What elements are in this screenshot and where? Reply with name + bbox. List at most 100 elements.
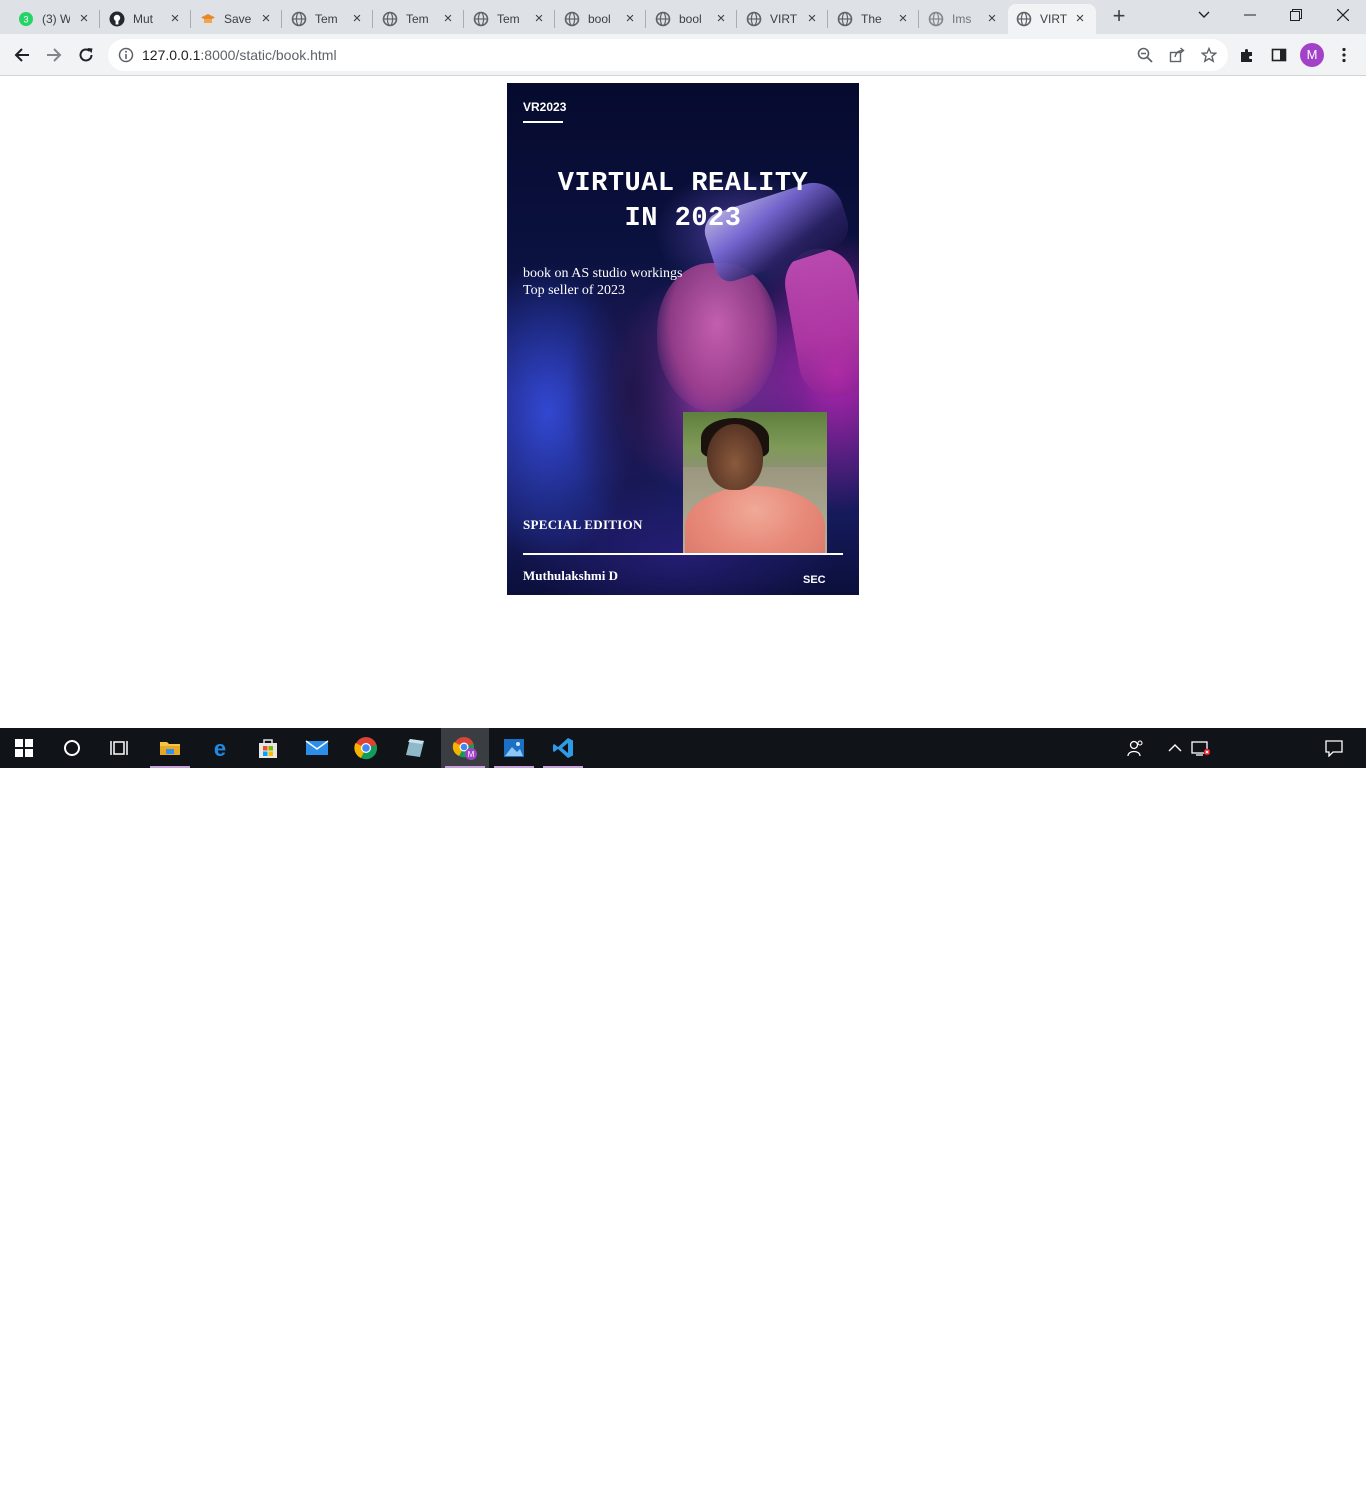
address-bar[interactable]: 127.0.0.1:8000/static/book.html [108, 39, 1228, 71]
edge-icon: e [214, 737, 226, 759]
language-indicator[interactable]: ENG [1218, 1468, 1244, 1482]
taskbar-chrome-profile[interactable]: M [441, 728, 489, 768]
close-window-button[interactable] [1320, 0, 1366, 30]
arrow-right-icon [47, 48, 62, 62]
close-tab-icon[interactable]: × [713, 11, 729, 27]
share-icon [1169, 47, 1185, 63]
zoom-button[interactable] [1132, 42, 1158, 68]
tab-divider [827, 10, 828, 28]
tab-save[interactable]: Save × [192, 4, 282, 34]
tab-divider [99, 10, 100, 28]
tab-ims[interactable]: Ims × [920, 4, 1008, 34]
close-tab-icon[interactable]: × [349, 11, 365, 27]
forward-button[interactable] [41, 42, 67, 68]
tab-title: VIRT [1040, 12, 1068, 26]
info-icon[interactable] [118, 47, 134, 63]
globe-icon [1016, 11, 1032, 27]
profile-avatar[interactable]: M [1300, 43, 1324, 67]
url-path: :8000/static/book.html [200, 47, 337, 63]
url-text[interactable]: 127.0.0.1:8000/static/book.html [142, 47, 337, 63]
tab-template-1[interactable]: Tem × [283, 4, 373, 34]
taskbar-vscode[interactable] [539, 728, 587, 768]
start-button[interactable] [0, 728, 48, 768]
close-tab-icon[interactable]: × [622, 11, 638, 27]
tab-divider [645, 10, 646, 28]
tab-virtual-active[interactable]: VIRT × [1008, 4, 1096, 34]
tab-template-3[interactable]: Tem × [465, 4, 555, 34]
close-tab-icon[interactable]: × [804, 11, 820, 27]
close-tab-icon[interactable]: × [895, 11, 911, 27]
tab-title: The [861, 12, 882, 26]
tab-title: Tem [406, 12, 429, 26]
close-tab-icon[interactable]: × [258, 11, 274, 27]
kebab-menu-icon [1342, 47, 1346, 63]
minimize-icon [1244, 14, 1256, 16]
restore-button[interactable] [1273, 0, 1319, 30]
tab-title: (3) W [42, 12, 70, 26]
tab-the[interactable]: The × [829, 4, 919, 34]
close-tab-icon[interactable]: × [440, 11, 456, 27]
reload-button[interactable] [73, 42, 99, 68]
book-subtitle: book on AS studio workings Top seller of… [523, 265, 682, 299]
svg-text:M: M [468, 750, 475, 759]
tab-github[interactable]: Mut × [101, 4, 191, 34]
taskbar-store[interactable] [244, 728, 292, 768]
network-icon [1191, 741, 1211, 756]
tab-divider [463, 10, 464, 28]
close-tab-icon[interactable]: × [1072, 11, 1088, 27]
taskbar-chrome[interactable] [342, 728, 390, 768]
network-button[interactable] [1186, 728, 1216, 768]
star-icon [1201, 47, 1217, 63]
globe-icon [655, 11, 671, 27]
cover-divider [523, 553, 843, 555]
taskbar-photos[interactable] [490, 728, 538, 768]
tab-book-2[interactable]: bool × [647, 4, 737, 34]
close-tab-icon[interactable]: × [167, 11, 183, 27]
whatsapp-icon: 3 [18, 11, 34, 27]
extensions-button[interactable] [1234, 42, 1260, 68]
graduation-cap-icon [200, 11, 216, 27]
subtitle-line-2: Top seller of 2023 [523, 283, 626, 298]
taskbar-file-explorer[interactable] [146, 728, 194, 768]
tab-divider [918, 10, 919, 28]
tab-book-1[interactable]: bool × [556, 4, 646, 34]
minimize-button[interactable] [1227, 0, 1273, 30]
store-bag-icon [259, 739, 277, 758]
tab-search-button[interactable] [1181, 0, 1227, 30]
browser-toolbar: 127.0.0.1:8000/static/book.html M [0, 34, 1366, 76]
close-tab-icon[interactable]: × [76, 11, 92, 27]
taskbar-clock[interactable]: 12:08 PM 01-Dec-23 [1248, 1459, 1312, 1493]
publisher-label: SEC [803, 574, 826, 586]
tab-template-2[interactable]: Tem × [374, 4, 464, 34]
notifications-button[interactable] [1318, 728, 1350, 768]
cover-brand: VR2023 [523, 100, 567, 114]
people-button[interactable] [1116, 728, 1156, 768]
brand-underline [523, 121, 563, 123]
tab-whatsapp[interactable]: 3 (3) W × [10, 4, 100, 34]
tab-title: Tem [315, 12, 338, 26]
search-button[interactable] [48, 728, 96, 768]
notification-icon [1325, 740, 1343, 757]
tab-virtual-1[interactable]: VIRT × [738, 4, 828, 34]
taskbar-mail[interactable] [293, 728, 341, 768]
side-panel-button[interactable] [1266, 42, 1292, 68]
taskbar-edge[interactable]: e [196, 728, 244, 768]
author-photo [683, 412, 827, 553]
menu-button[interactable] [1331, 42, 1357, 68]
tab-title: Ims [952, 12, 972, 26]
puzzle-icon [1241, 49, 1252, 62]
close-tab-icon[interactable]: × [531, 11, 547, 27]
clock-date: 01-Dec-23 [1251, 1477, 1309, 1491]
close-tab-icon[interactable]: × [984, 11, 1000, 27]
task-view-button[interactable] [96, 728, 144, 768]
windows-logo-icon [15, 739, 33, 757]
taskbar-notes[interactable] [391, 728, 439, 768]
new-tab-button[interactable]: + [1108, 5, 1130, 28]
close-icon [1337, 9, 1349, 21]
author-name: Muthulakshmi D [523, 568, 618, 583]
tab-badge: 3 [23, 15, 28, 25]
bookmark-button[interactable] [1196, 42, 1222, 68]
back-button[interactable] [9, 42, 35, 68]
globe-icon [382, 11, 398, 27]
share-button[interactable] [1164, 42, 1190, 68]
